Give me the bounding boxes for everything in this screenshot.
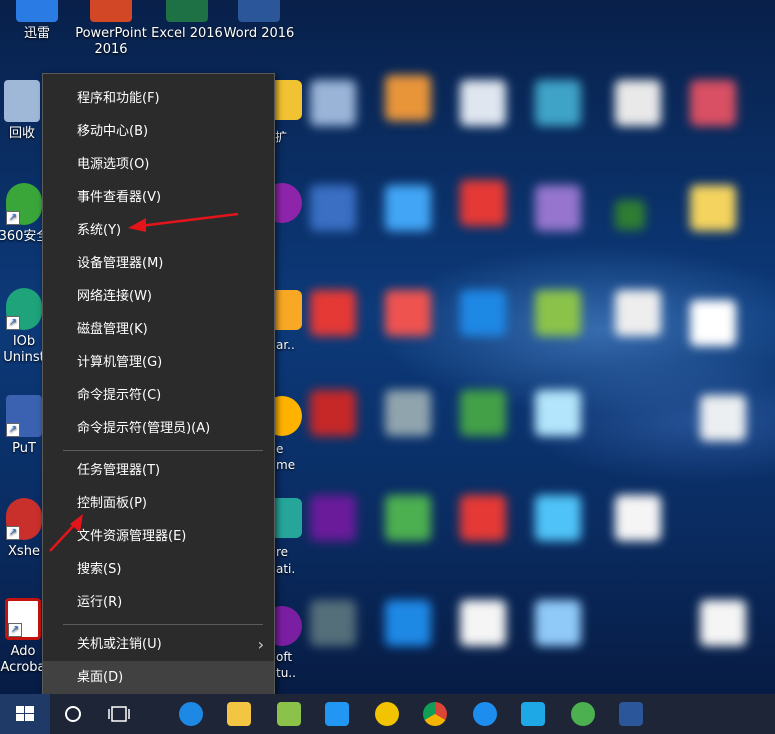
chevron-right-icon: › (257, 635, 264, 654)
shortcut-arrow-icon: ↗ (8, 623, 22, 637)
adobe-acrobat-icon: ↗ (5, 598, 41, 640)
taskbar-360-speed-button[interactable] (560, 694, 606, 734)
menu-item-command-prompt[interactable]: 命令提示符(C) (43, 379, 274, 412)
menu-item-file-explorer[interactable]: 文件资源管理器(E) (43, 520, 274, 553)
kugou-icon (473, 702, 497, 726)
xshell-icon: ↗ (6, 498, 42, 540)
menu-item-command-prompt-admin[interactable]: 命令提示符(管理员)(A) (43, 412, 274, 445)
file-explorer-icon (227, 702, 251, 726)
menu-item-search[interactable]: 搜索(S) (43, 553, 274, 586)
start-button[interactable] (0, 694, 50, 734)
desktop-icon-label: Ado (10, 644, 36, 659)
menu-separator (63, 624, 263, 625)
task-view-button[interactable] (96, 694, 142, 734)
chrome-icon (423, 702, 447, 726)
taskbar-notepad-button[interactable] (266, 694, 312, 734)
blurred-desktop-icons (280, 0, 775, 694)
powerpoint-icon (90, 0, 132, 22)
putty-icon: ↗ (6, 395, 42, 437)
taskbar-file-explorer-button[interactable] (216, 694, 262, 734)
shortcut-arrow-icon: ↗ (6, 526, 20, 540)
taskbar-store-button[interactable] (314, 694, 360, 734)
desktop-icon-label-partial: ar.. (276, 338, 295, 352)
desktop-icon-label-partial: oft (276, 650, 293, 664)
desktop-icon-label-partial: me (276, 458, 296, 472)
shortcut-arrow-icon: ↗ (6, 316, 20, 330)
360-security-icon: ↗ (6, 183, 42, 225)
menu-item-desktop[interactable]: 桌面(D) (43, 661, 274, 694)
menu-item-power-options[interactable]: 电源选项(O) (43, 148, 274, 181)
taskbar-360-browser-button[interactable] (364, 694, 410, 734)
shortcut-arrow-icon: ↗ (6, 211, 20, 225)
desktop-icon-label-partial: re (276, 545, 289, 559)
desktop-icon-label-2: Acroba (0, 660, 46, 675)
word-taskbar-icon (619, 702, 643, 726)
desktop-icon-label-partial: ati. (276, 562, 296, 576)
notepad-icon (277, 702, 301, 726)
menu-separator (63, 450, 263, 451)
iobit-uninstaller-icon: ↗ (6, 288, 42, 330)
menu-item-run[interactable]: 运行(R) (43, 586, 274, 619)
taskbar-qq-button[interactable] (510, 694, 556, 734)
edge-browser-icon (179, 702, 203, 726)
taskbar-chrome-button[interactable] (412, 694, 458, 734)
menu-item-mobility-center[interactable]: 移动中心(B) (43, 115, 274, 148)
desktop-icon-label: PowerPoint 2016 (75, 26, 147, 57)
taskbar-kugou-button[interactable] (462, 694, 508, 734)
desktop-icon-label: Xshe (8, 544, 40, 559)
desktop-icon-label-partial: 扩 (275, 130, 288, 144)
menu-item-system[interactable]: 系统(Y) (43, 214, 274, 247)
desktop-icon-label: PuT (12, 441, 36, 456)
desktop-icon-label: 迅雷 (23, 26, 50, 41)
desktop-icon-xunlei[interactable]: 迅雷 (0, 0, 76, 42)
task-view-icon (108, 706, 130, 722)
menu-item-label: 关机或注销(U) (77, 637, 162, 652)
store-icon (325, 702, 349, 726)
word-icon (238, 0, 280, 22)
menu-item-computer-management[interactable]: 计算机管理(G) (43, 346, 274, 379)
360-browser-icon (375, 702, 399, 726)
qq-icon (521, 702, 545, 726)
menu-item-event-viewer[interactable]: 事件查看器(V) (43, 181, 274, 214)
taskbar-word-button[interactable] (608, 694, 654, 734)
360-speed-icon (571, 702, 595, 726)
desktop-icon-word[interactable]: Word 2016 (220, 0, 298, 42)
taskbar-edge-button[interactable] (168, 694, 214, 734)
menu-item-task-manager[interactable]: 任务管理器(T) (43, 454, 274, 487)
desktop-icon-excel[interactable]: Excel 2016 (148, 0, 226, 42)
desktop-icon-label: 回收 (8, 126, 35, 141)
shortcut-arrow-icon: ↗ (6, 423, 20, 437)
desktop-icon-label-partial: e (276, 442, 284, 456)
xunlei-icon (16, 0, 58, 22)
menu-item-device-manager[interactable]: 设备管理器(M) (43, 247, 274, 280)
desktop-icon-label-2: Uninst (3, 350, 45, 365)
menu-item-control-panel[interactable]: 控制面板(P) (43, 487, 274, 520)
menu-item-programs-features[interactable]: 程序和功能(F) (43, 82, 274, 115)
cortana-icon (65, 706, 81, 722)
desktop-icon-label: Word 2016 (223, 26, 295, 41)
cortana-button[interactable] (50, 694, 96, 734)
menu-item-disk-management[interactable]: 磁盘管理(K) (43, 313, 274, 346)
menu-item-network-connections[interactable]: 网络连接(W) (43, 280, 274, 313)
desktop-icon-label: IOb (12, 334, 36, 349)
excel-icon (166, 0, 208, 22)
recycle-bin-icon (4, 80, 40, 122)
desktop-icon-label-partial: tu.. (276, 666, 296, 680)
taskbar (0, 694, 775, 734)
menu-item-shutdown-signout[interactable]: 关机或注销(U) › (43, 628, 274, 661)
desktop-icon-powerpoint[interactable]: PowerPoint 2016 (72, 0, 150, 58)
windows-logo-icon (16, 706, 34, 721)
winx-context-menu: 程序和功能(F) 移动中心(B) 电源选项(O) 事件查看器(V) 系统(Y) … (42, 73, 275, 701)
desktop-icon-label: Excel 2016 (151, 26, 223, 41)
